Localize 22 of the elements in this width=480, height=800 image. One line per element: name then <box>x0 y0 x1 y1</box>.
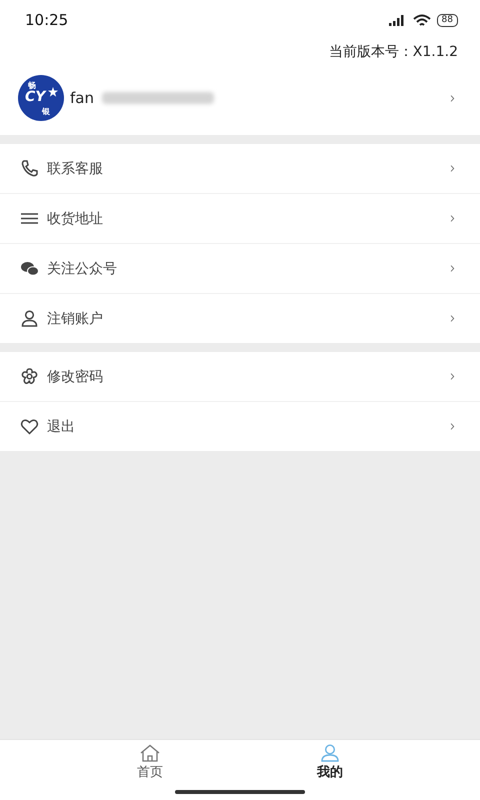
flower-icon <box>20 367 39 386</box>
menu-item[interactable]: 收货地址 <box>47 210 442 228</box>
menu-item[interactable]: 关注公众号 <box>47 260 442 278</box>
person-icon <box>20 309 39 328</box>
menu-item[interactable]: 联系客服 <box>47 160 442 178</box>
phone-icon <box>20 159 39 178</box>
tab[interactable]: 首页 <box>137 744 163 781</box>
chat-bubbles-icon <box>20 259 39 278</box>
status-time: 10:25 <box>25 11 68 29</box>
tab[interactable]: 我的 <box>317 744 343 781</box>
wifi-icon <box>412 14 431 26</box>
version-label: 当前版本号：X1.1.2 <box>328 43 458 62</box>
battery-indicator: 88 <box>436 14 458 26</box>
menu-item[interactable]: 修改密码 <box>47 368 442 386</box>
app-logo: 畅 CY 银 <box>18 75 64 121</box>
heart-icon <box>20 417 39 436</box>
menu-item[interactable]: 注销账户 <box>47 310 442 328</box>
home-icon <box>139 744 161 762</box>
person-icon <box>319 744 341 762</box>
profile-row[interactable]: 畅 CY 银 fan <box>0 65 480 135</box>
user-name: fan <box>70 89 94 107</box>
menu-item[interactable]: 退出 <box>47 418 442 436</box>
